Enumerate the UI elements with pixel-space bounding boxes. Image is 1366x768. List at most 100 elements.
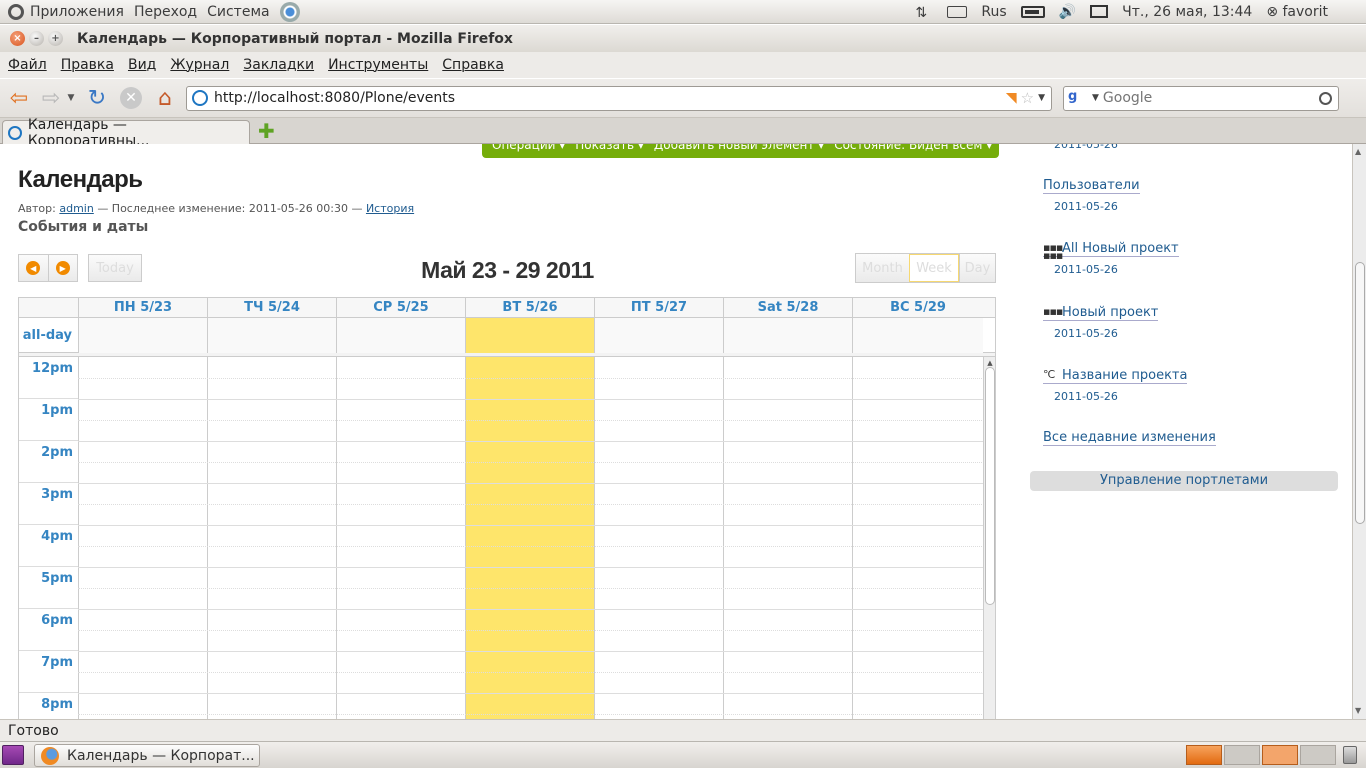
back-arrow-icon: ⇦ [9,85,29,111]
page-title: Календарь [18,166,143,193]
portlet-item-new-project-link[interactable]: ▪▪▪Новый проект [1043,306,1159,321]
page-scroll-thumb[interactable] [1355,262,1365,524]
calendar-view-switch: Month Week Day [855,253,996,283]
menu-tools[interactable]: Инструменты [328,57,428,73]
byline-author-prefix: Автор: [18,202,56,215]
manage-portlets-button[interactable]: Управление портлетами [1030,471,1338,491]
window-close-button[interactable]: × [10,31,25,46]
rss-feed-icon[interactable]: ◥ [1006,90,1017,106]
network-arrows-icon[interactable]: ⇅ [915,5,933,21]
menu-history[interactable]: Журнал [170,57,229,73]
hour-line [78,567,984,568]
byline-modified: — Последнее изменение: 2011-05-26 00:30 … [97,202,363,215]
menu-help[interactable]: Справка [442,57,504,73]
history-link[interactable]: История [366,202,414,215]
menu-edit[interactable]: Правка [61,57,114,73]
battery-icon[interactable] [1020,5,1045,18]
search-icon[interactable] [1319,91,1332,105]
home-button[interactable]: ⌂ [152,85,178,111]
editbar-actions[interactable]: Операции ▾ [492,144,565,158]
chromium-launcher-icon[interactable] [279,1,300,22]
menu-bookmarks[interactable]: Закладки [243,57,314,73]
url-bar[interactable]: http://localhost:8080/Plone/events ◥ ☆ ▼ [186,85,1052,111]
all-day-slot[interactable] [78,318,207,353]
workspace-4[interactable] [1300,745,1336,765]
all-day-slot[interactable] [723,318,852,353]
portlet-item-date: 2011-05-26 [1054,390,1118,403]
scroll-down-arrow-icon[interactable]: ▼ [1355,706,1361,715]
mail-icon[interactable] [1090,5,1109,18]
scroll-up-arrow-icon[interactable]: ▲ [1355,147,1361,156]
user-menu[interactable]: ⊗ favorit [1266,4,1328,20]
all-day-slot[interactable] [207,318,336,353]
url-input[interactable]: http://localhost:8080/Plone/events [214,90,1006,106]
portlet-item-project-name-link[interactable]: °C Название проекта [1043,369,1188,384]
all-day-slot[interactable] [336,318,465,353]
url-dropdown-icon[interactable]: ▼ [1038,93,1045,103]
page-scrollbar[interactable]: ▲ ▼ [1352,144,1366,719]
editbar-display[interactable]: Показать ▾ [575,144,644,158]
menu-applications[interactable]: Приложения [30,4,124,20]
show-desktop-icon[interactable] [2,745,24,765]
search-engine-dropdown-icon[interactable]: ▼ [1092,93,1099,103]
trash-icon[interactable] [1343,746,1357,764]
menu-view[interactable]: Вид [128,57,156,73]
prev-week-button[interactable]: ◀ [19,255,48,281]
menu-file[interactable]: Файл [8,57,47,73]
hour-line [78,483,984,484]
ubuntu-logo-icon[interactable] [8,3,24,20]
forward-arrow-icon: ⇨ [41,85,61,111]
workspace-3[interactable] [1262,745,1298,765]
taskbar-firefox-window[interactable]: Календарь — Корпорат... [34,744,260,767]
view-week-button[interactable]: Week [909,254,959,282]
menu-places[interactable]: Переход [134,4,197,20]
tab-calendar[interactable]: Календарь — Корпоративны... [2,117,250,149]
menu-system[interactable]: Система [207,4,269,20]
view-month-button[interactable]: Month [856,254,909,282]
editbar-add-new[interactable]: Добавить новый элемент ▾ [654,144,824,158]
view-day-button[interactable]: Day [959,254,995,282]
portlet-item-date: 2011-05-26 [1054,327,1118,340]
clock[interactable]: Чт., 26 мая, 13:44 [1122,4,1252,20]
window-title: Календарь — Корпоративный портал - Mozil… [77,30,513,47]
workspace-1[interactable] [1186,745,1222,765]
time-label: 5pm [19,567,78,609]
new-tab-button[interactable]: ✚ [258,121,275,141]
next-week-button[interactable]: ▶ [47,255,78,281]
stop-button[interactable]: ✕ [120,87,142,109]
time-label: 8pm [19,693,78,719]
portlet-item-all-new-project-link[interactable]: ▪▪▪ ▪▪▪All Новый проект [1043,242,1179,261]
day-header: Sat 5/28 [723,298,852,318]
time-grid: 12pm 1pm 2pm 3pm 4pm 5pm 6pm 7pm 8pm [19,357,984,719]
window-minimize-button[interactable]: – [29,31,44,46]
reload-icon: ↻ [87,85,107,111]
keyboard-layout[interactable]: Rus [981,4,1006,20]
portlet-item-users-link[interactable]: Пользователи [1043,179,1140,194]
calendar-scroll-thumb[interactable] [985,367,995,605]
calendar-scrollbar[interactable]: ▲ [983,357,995,719]
editbar-state[interactable]: Состояние: Виден всем ▾ [834,144,992,158]
google-engine-icon[interactable]: g [1068,89,1088,107]
window-maximize-button[interactable]: + [48,31,63,46]
all-day-slot-today[interactable] [465,318,594,353]
history-dropdown-button[interactable]: ▼ [64,85,78,111]
half-hour-line [78,630,984,631]
forward-button[interactable]: ⇨ [38,85,64,111]
volume-icon[interactable]: 🔊 [1059,4,1076,20]
all-recent-changes-link[interactable]: Все недавние изменения [1043,431,1216,446]
reload-button[interactable]: ↻ [84,85,110,111]
back-button[interactable]: ⇦ [6,85,32,111]
half-hour-line [78,588,984,589]
workspace-2[interactable] [1224,745,1260,765]
keyboard-icon[interactable] [947,5,968,18]
search-input[interactable] [1102,90,1319,106]
today-button[interactable]: Today [88,254,142,282]
all-day-row: all-day [19,318,995,353]
bookmark-star-icon[interactable]: ☆ [1021,89,1034,107]
status-bar: Готово [0,719,1366,741]
site-identity-icon[interactable] [192,90,208,106]
all-day-slot[interactable] [852,318,983,353]
author-link[interactable]: admin [59,202,93,215]
all-day-slot[interactable] [594,318,723,353]
circle-arrow-right-icon: ▶ [55,261,70,275]
